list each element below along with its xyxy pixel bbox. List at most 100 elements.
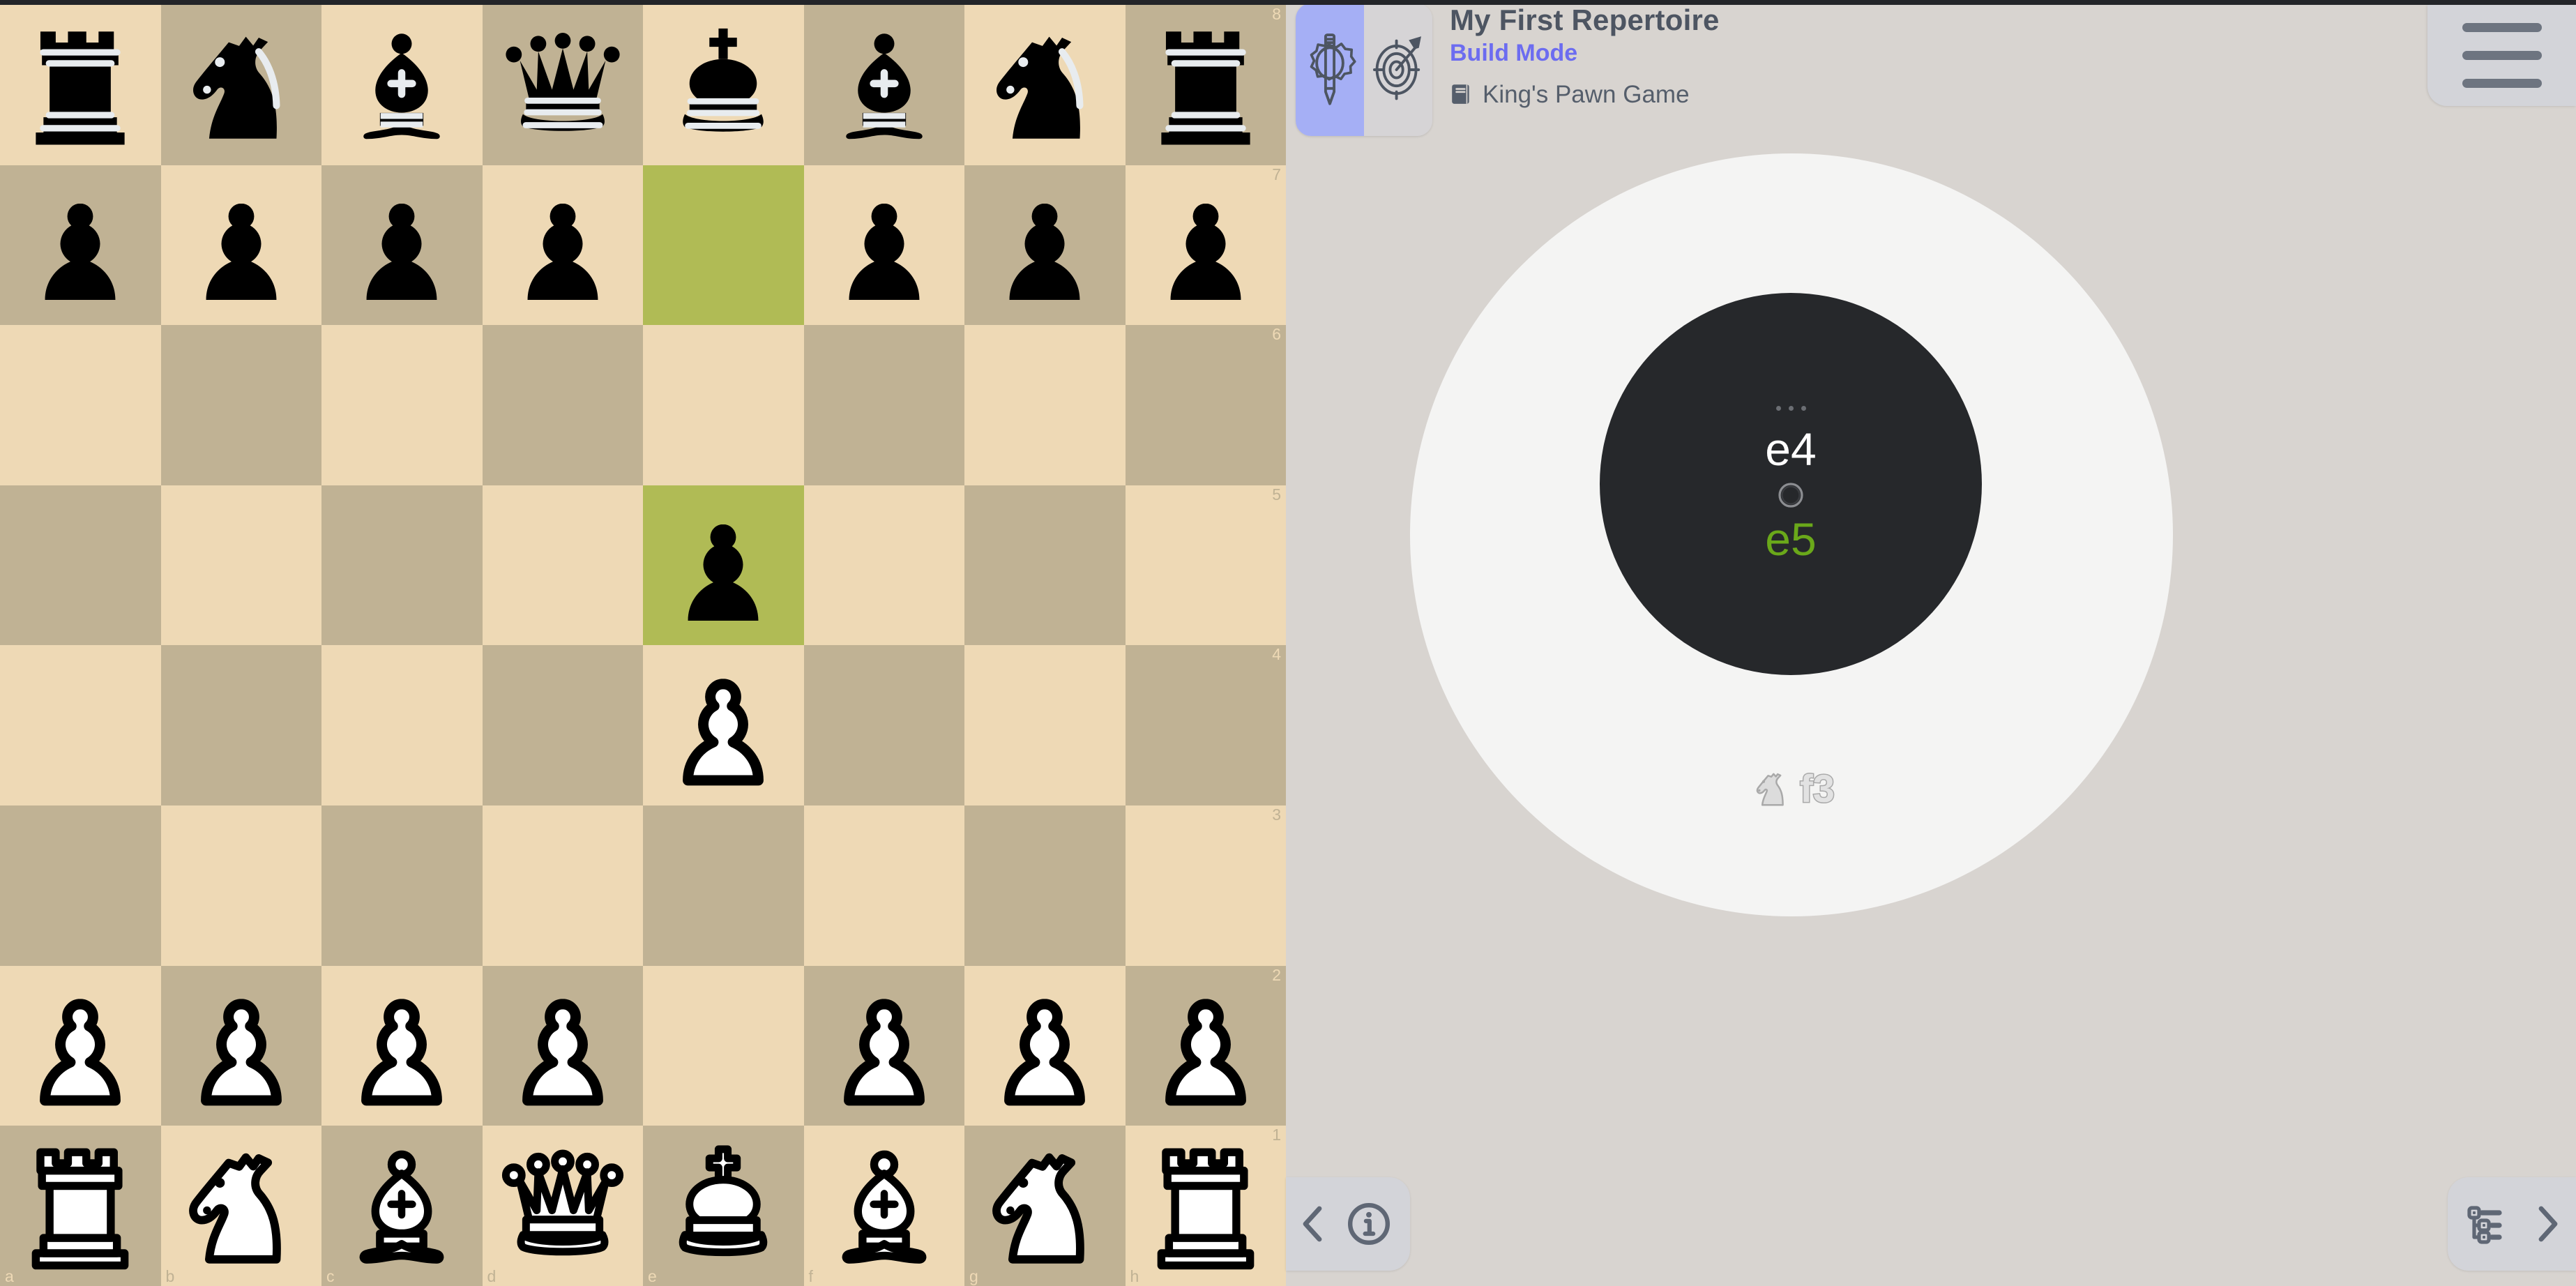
board-square-a6[interactable]	[0, 325, 161, 485]
move-wheel-center[interactable]: e4 e5	[1600, 293, 1982, 675]
board-square-h1[interactable]: 1h	[1125, 1126, 1286, 1286]
board-square-h6[interactable]: 6	[1125, 325, 1286, 485]
board-square-f8[interactable]	[803, 5, 964, 165]
black-king-icon	[683, 28, 764, 132]
black-bishop-icon	[363, 33, 440, 139]
board-square-g6[interactable]	[964, 325, 1126, 485]
white-move-label: e4	[1765, 423, 1817, 475]
board-square-g7[interactable]	[964, 165, 1126, 326]
board-square-h4[interactable]: 4	[1125, 645, 1286, 805]
board-square-g4[interactable]	[964, 645, 1126, 805]
board-square-g2[interactable]	[964, 965, 1126, 1126]
board-square-f2[interactable]	[803, 965, 964, 1126]
top-status-strip	[0, 0, 2576, 5]
board-square-b5[interactable]	[160, 485, 321, 646]
white-knight-icon	[188, 1153, 281, 1264]
board-square-e8[interactable]	[643, 5, 804, 165]
white-knight-icon	[1756, 773, 1784, 806]
board-square-h3[interactable]: 3	[1125, 805, 1286, 966]
board-square-g5[interactable]	[964, 485, 1126, 646]
mode-toggle-group[interactable]	[1296, 3, 1432, 136]
board-square-a4[interactable]	[0, 645, 161, 805]
board-square-d6[interactable]	[482, 325, 643, 485]
board-square-e7[interactable]	[643, 165, 804, 326]
board-square-h5[interactable]: 5	[1125, 485, 1286, 646]
book-icon	[1452, 84, 1469, 104]
board-square-d1[interactable]: d	[482, 1126, 643, 1286]
board-square-f4[interactable]	[803, 645, 964, 805]
board-square-c4[interactable]	[321, 645, 483, 805]
right-panel: My First Repertoire Build Mode King's Pa…	[1286, 0, 2576, 1286]
build-mode-tab[interactable]	[1296, 3, 1364, 136]
board-square-c2[interactable]	[321, 965, 483, 1126]
board-square-h7[interactable]: 7	[1125, 165, 1286, 326]
board-square-a5[interactable]	[0, 485, 161, 646]
practice-mode-tab[interactable]	[1364, 3, 1432, 136]
chessboard[interactable]: 87654 32 a b c d e f g 1 h	[0, 5, 1286, 1286]
board-square-b6[interactable]	[160, 325, 321, 485]
chevron-left-icon[interactable]	[1294, 1202, 1331, 1246]
board-square-g8[interactable]	[964, 5, 1126, 165]
board-square-f1[interactable]: f	[803, 1126, 964, 1286]
board-square-e3[interactable]	[643, 805, 804, 966]
board-square-a1[interactable]: a	[0, 1126, 161, 1286]
board-square-c7[interactable]	[321, 165, 483, 326]
white-pawn-icon	[200, 999, 282, 1106]
board-square-c3[interactable]	[321, 805, 483, 966]
board-square-g1[interactable]: g	[964, 1126, 1126, 1286]
info-circle-icon[interactable]	[1346, 1201, 1392, 1247]
board-square-b8[interactable]	[160, 5, 321, 165]
board-square-b3[interactable]	[160, 805, 321, 966]
board-square-d3[interactable]	[482, 805, 643, 966]
board-square-g3[interactable]	[964, 805, 1126, 966]
board-square-d7[interactable]	[482, 165, 643, 326]
board-square-b7[interactable]	[160, 165, 321, 326]
board-square-f5[interactable]	[803, 485, 964, 646]
black-pawn-icon	[1009, 204, 1080, 301]
black-knight-icon	[192, 36, 280, 139]
board-square-e2[interactable]	[643, 965, 804, 1126]
board-square-f3[interactable]	[803, 805, 964, 966]
bottom-right-controls[interactable]	[2448, 1177, 2576, 1271]
bottom-left-controls[interactable]	[1286, 1177, 1410, 1271]
board-square-f7[interactable]	[803, 165, 964, 326]
arrow-up-circle-icon	[1778, 483, 1803, 508]
white-pawn-icon	[1004, 999, 1086, 1106]
board-square-d5[interactable]	[482, 485, 643, 646]
move-wheel[interactable]: e4 e5 f3	[1410, 153, 2177, 921]
board-square-b2[interactable]	[160, 965, 321, 1126]
tree-list-icon[interactable]	[2464, 1201, 2515, 1247]
board-square-a2[interactable]	[0, 965, 161, 1126]
board-square-c8[interactable]	[321, 5, 483, 165]
chevron-right-icon[interactable]	[2529, 1202, 2565, 1246]
opening-row[interactable]: King's Pawn Game	[1450, 82, 2063, 107]
rank-label-4: 4	[1272, 645, 1281, 664]
board-square-e4[interactable]	[643, 645, 804, 805]
board-square-d8[interactable]	[482, 5, 643, 165]
white-pawn-icon	[1165, 999, 1246, 1106]
board-square-f6[interactable]	[803, 325, 964, 485]
black-pawn-icon	[527, 204, 598, 301]
board-square-c1[interactable]: c	[321, 1126, 483, 1286]
black-rook-icon	[1161, 31, 1250, 145]
board-square-c5[interactable]	[321, 485, 483, 646]
target-arrow-icon	[1372, 36, 1421, 100]
board-square-b1[interactable]: b	[160, 1126, 321, 1286]
board-square-h2[interactable]: 2	[1125, 965, 1286, 1126]
board-square-a3[interactable]	[0, 805, 161, 966]
board-square-a7[interactable]	[0, 165, 161, 326]
board-square-e1[interactable]: e	[643, 1126, 804, 1286]
ellipsis-indicator	[1775, 406, 1806, 411]
board-square-b4[interactable]	[160, 645, 321, 805]
board-square-c6[interactable]	[321, 325, 483, 485]
board-square-e6[interactable]	[643, 325, 804, 485]
board-square-e5[interactable]	[643, 485, 804, 646]
board-square-a8[interactable]	[0, 5, 161, 165]
board-square-d4[interactable]	[482, 645, 643, 805]
board-square-h8[interactable]: 8	[1125, 5, 1286, 165]
board-square-d2[interactable]	[482, 965, 643, 1126]
next-move-suggestion[interactable]: f3	[1410, 767, 2173, 810]
black-move-label: e5	[1765, 513, 1817, 565]
black-knight-icon	[997, 36, 1084, 139]
hamburger-menu-button[interactable]	[2427, 5, 2576, 106]
